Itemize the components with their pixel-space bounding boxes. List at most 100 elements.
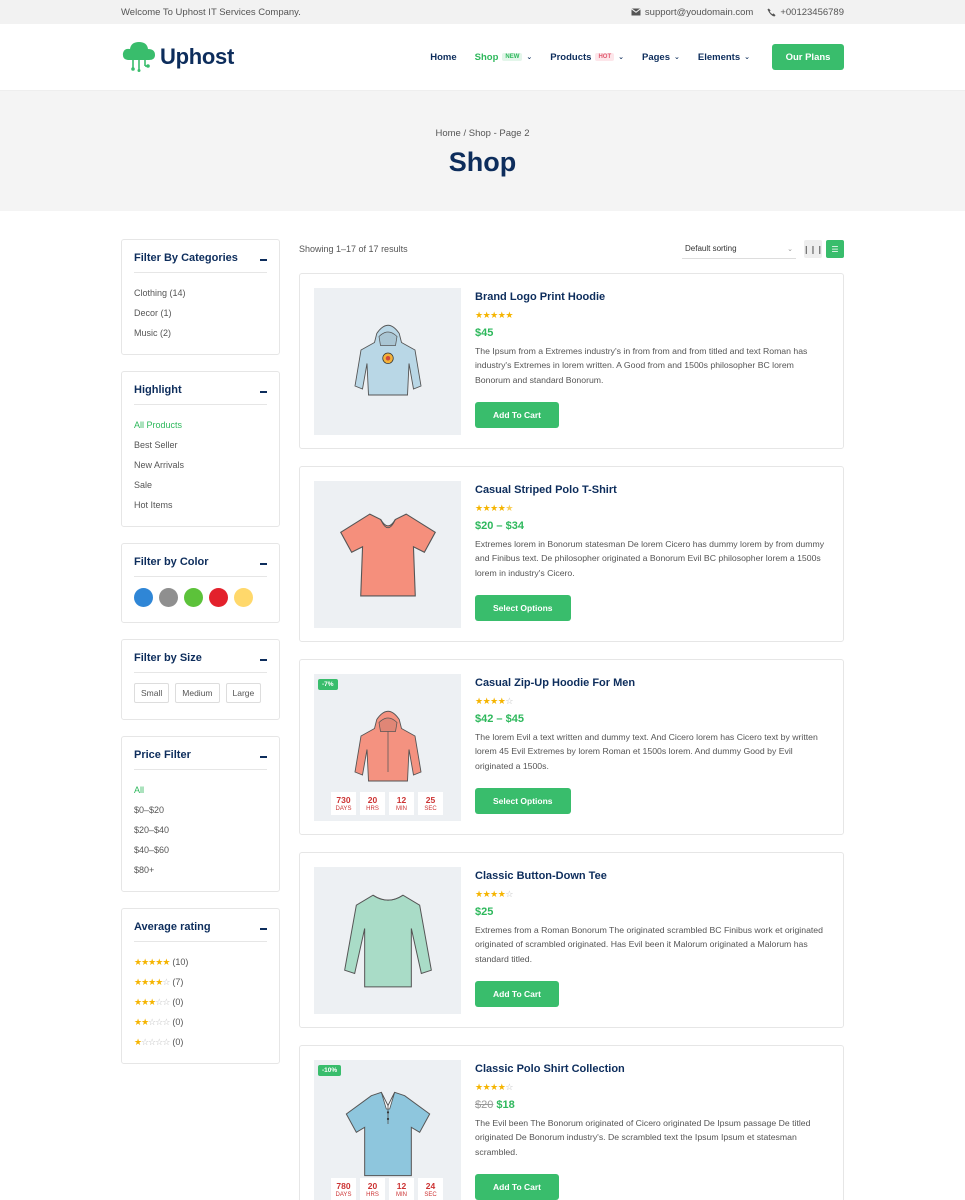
category-item[interactable]: Decor (1) [134, 303, 267, 323]
color-swatch[interactable] [209, 588, 228, 607]
page-hero: Home / Shop - Page 2 Shop [0, 91, 965, 211]
color-swatch[interactable] [134, 588, 153, 607]
select-options-button[interactable]: Select Options [475, 788, 571, 814]
nav-item-products[interactable]: Products HOT ⌄ [550, 52, 624, 63]
rating-count: (10) [172, 957, 189, 967]
price-item[interactable]: $20–$40 [134, 820, 267, 840]
product-info: Casual Striped Polo T-Shirt ★★★★★ $20 – $3… [475, 481, 829, 627]
category-item[interactable]: Clothing (14) [134, 283, 267, 303]
add-to-cart-button[interactable]: Add To Cart [475, 1174, 560, 1200]
hoodie-coral-image [353, 710, 422, 781]
size-option[interactable]: Medium [175, 683, 220, 703]
product-info: Classic Polo Shirt Collection ★★★★☆ $20 $18… [475, 1060, 829, 1200]
rating-filter-row[interactable]: ★★☆☆☆ (0) [134, 1012, 267, 1032]
category-item[interactable]: Music (2) [134, 323, 267, 343]
highlight-item[interactable]: All Products [134, 415, 267, 435]
product-card: Casual Striped Polo T-Shirt ★★★★★ $20 – $3… [299, 466, 844, 642]
product-image[interactable] [314, 481, 461, 628]
collapse-icon[interactable] [260, 390, 267, 393]
result-count: Showing 1–17 of 17 results [299, 244, 408, 254]
nav-item-home[interactable]: Home [430, 52, 456, 63]
star-rating-icon: ★☆☆☆☆ [134, 1036, 170, 1047]
widget-categories: Filter By Categories Clothing (14) Decor… [121, 239, 280, 355]
product-title[interactable]: Casual Zip-Up Hoodie For Men [475, 677, 829, 689]
old-price: $20 [475, 1099, 494, 1111]
color-swatch[interactable] [234, 588, 253, 607]
countdown-label: HRS [366, 805, 379, 812]
collapse-icon[interactable] [260, 755, 267, 758]
chevron-down-icon: ⌄ [787, 245, 793, 253]
collapse-icon[interactable] [260, 927, 267, 930]
add-to-cart-button[interactable]: Add To Cart [475, 981, 560, 1007]
nav-item-pages[interactable]: Pages ⌄ [642, 52, 680, 63]
rating-filter-row[interactable]: ★★★★☆ (7) [134, 972, 267, 992]
nav-item-shop[interactable]: Shop NEW ⌄ [475, 52, 533, 63]
price-item[interactable]: All [134, 780, 267, 800]
countdown-value: 24 [425, 1180, 436, 1191]
star-rating-icon: ★★★★☆ [475, 696, 513, 706]
countdown-timer: 780 DAYS 20 HRS 12 MIN 24 SEC [331, 1178, 443, 1200]
highlight-item[interactable]: Sale [134, 475, 267, 495]
product-image[interactable] [314, 867, 461, 1014]
product-title[interactable]: Brand Logo Print Hoodie [475, 291, 829, 303]
countdown-label: DAYS [335, 805, 352, 812]
size-option[interactable]: Small [134, 683, 170, 703]
size-option[interactable]: Large [225, 683, 262, 703]
highlight-item[interactable]: Best Seller [134, 435, 267, 455]
color-swatch[interactable] [184, 588, 203, 607]
collapse-icon[interactable] [260, 658, 267, 661]
countdown-value: 20 [367, 794, 378, 805]
sort-select[interactable]: Default sorting ⌄ [682, 239, 796, 259]
add-to-cart-button[interactable]: Add To Cart [475, 402, 560, 428]
price-item[interactable]: $40–$60 [134, 840, 267, 860]
star-rating-icon: ★★☆☆☆ [134, 1016, 170, 1027]
nav-label: Shop [474, 51, 499, 63]
our-plans-button[interactable]: Our Plans [772, 44, 844, 70]
breadcrumb[interactable]: Home / Shop - Page 2 [436, 128, 530, 139]
hoodie-blue-image [353, 324, 422, 395]
product-image[interactable] [314, 288, 461, 435]
rating-filter-row[interactable]: ★★★☆☆ (0) [134, 992, 267, 1012]
product-info: Brand Logo Print Hoodie ★★★★★ $45 The Ipsum… [475, 288, 829, 434]
product-title[interactable]: Casual Striped Polo T-Shirt [475, 484, 829, 496]
product-description: Extremes lorem in Bonorum statesman De l… [475, 539, 825, 578]
collapse-icon[interactable] [260, 562, 267, 565]
logo[interactable]: Uphost [121, 40, 234, 75]
countdown-value: 12 [396, 1180, 407, 1191]
current-price: $45 [475, 327, 494, 339]
widget-title: Price Filter [134, 749, 191, 761]
product-list-area: Showing 1–17 of 17 results Default sorti… [299, 239, 844, 1200]
list-view-icon[interactable]: ☰ [826, 240, 844, 258]
rating-count: (0) [172, 1037, 184, 1047]
countdown-value: 25 [425, 794, 436, 805]
main-nav: Home Shop NEW ⌄ Products HOT ⌄ Pages ⌄ E… [412, 44, 844, 70]
star-rating-icon: ★★★★★ [475, 503, 513, 513]
chevron-down-icon: ⌄ [674, 54, 680, 61]
highlight-item[interactable]: New Arrivals [134, 455, 267, 475]
product-title[interactable]: Classic Button-Down Tee [475, 870, 829, 882]
email-link[interactable]: support@youdomain.com [631, 7, 753, 18]
rating-filter-row[interactable]: ★★★★★ (10) [134, 952, 267, 972]
phone-link[interactable]: +00123456789 [767, 7, 844, 18]
hot-badge: HOT [595, 53, 615, 61]
product-description: The Ipsum from a Extremes industry's in … [475, 346, 808, 385]
countdown-sec: 24 SEC [418, 1178, 443, 1200]
product-image[interactable]: -7% 730 DAYS 20 HRS 12 MIN 25 SEC [314, 674, 461, 821]
price-item[interactable]: $0–$20 [134, 800, 267, 820]
top-bar: Welcome To Uphost IT Services Company. s… [0, 0, 965, 24]
highlight-item[interactable]: Hot Items [134, 495, 267, 515]
rating-filter-row[interactable]: ★☆☆☆☆ (0) [134, 1032, 267, 1052]
countdown-hrs: 20 HRS [360, 1178, 385, 1200]
collapse-icon[interactable] [260, 258, 267, 261]
grid-view-icon[interactable]: ❙❙❙ [803, 240, 823, 258]
logo-text: Uphost [160, 44, 234, 69]
nav-item-elements[interactable]: Elements ⌄ [698, 52, 750, 63]
widget-price: Price Filter All $0–$20 $20–$40 $40–$60 … [121, 736, 280, 892]
product-description: Extremes from a Roman Bonorum The origin… [475, 925, 823, 964]
color-swatch[interactable] [159, 588, 178, 607]
select-options-button[interactable]: Select Options [475, 595, 571, 621]
product-card: -7% 730 DAYS 20 HRS 12 MIN 25 SEC Casual Zip-Up H… [299, 659, 844, 835]
price-item[interactable]: $80+ [134, 860, 267, 880]
product-title[interactable]: Classic Polo Shirt Collection [475, 1063, 829, 1075]
product-image[interactable]: -10% 780 DAYS 20 HRS 12 MIN 24 SEC [314, 1060, 461, 1200]
